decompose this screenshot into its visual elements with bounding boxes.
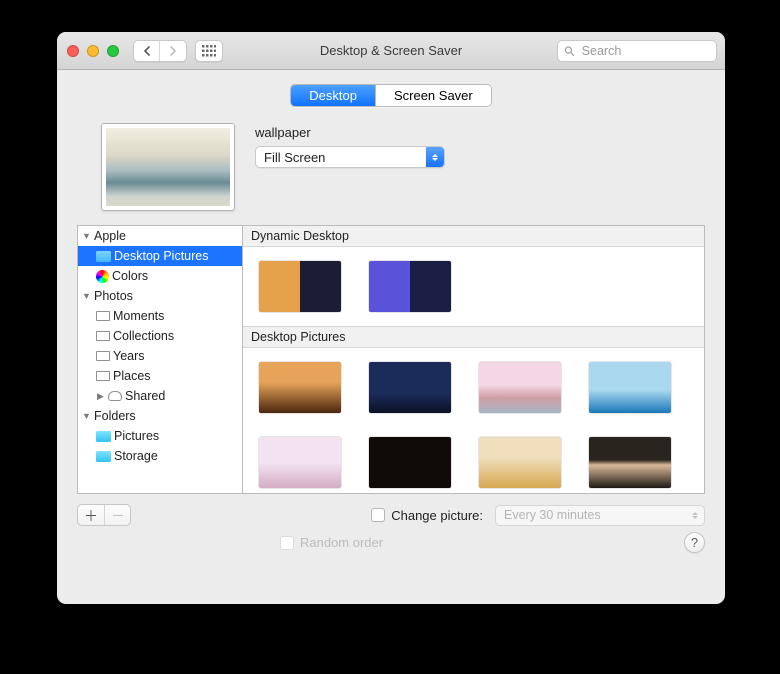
sidebar-group-folders[interactable]: ▼Folders	[78, 406, 242, 426]
fit-mode-select[interactable]: Fill Screen	[255, 146, 445, 168]
disclosure-triangle-icon: ▼	[82, 291, 91, 301]
random-order-checkbox	[280, 536, 294, 550]
album-icon	[96, 311, 110, 321]
wallpaper-thumbnail[interactable]	[479, 437, 561, 488]
sidebar-item-colors[interactable]: Colors	[78, 266, 242, 286]
wallpaper-thumbnail[interactable]	[369, 437, 451, 488]
chevron-left-icon	[143, 46, 151, 56]
remove-folder-button[interactable]: －	[104, 505, 130, 525]
disclosure-triangle-icon: ▼	[82, 231, 91, 241]
search-icon	[564, 45, 575, 57]
minimize-button[interactable]	[87, 45, 99, 57]
source-split: ▼Apple Desktop Pictures Colors ▼Photos M…	[77, 225, 705, 494]
tab-screen-saver[interactable]: Screen Saver	[375, 85, 491, 106]
change-picture-checkbox[interactable]	[371, 508, 385, 522]
change-picture-label: Change picture:	[391, 508, 483, 523]
close-button[interactable]	[67, 45, 79, 57]
wallpaper-grid[interactable]: Dynamic Desktop Desktop Pictures	[242, 225, 705, 494]
sidebar-item-desktop-pictures[interactable]: Desktop Pictures	[78, 246, 242, 266]
tab-segmented-control: Desktop Screen Saver	[290, 84, 491, 107]
cloud-icon	[108, 391, 122, 401]
sidebar-group-apple[interactable]: ▼Apple	[78, 226, 242, 246]
bottom-controls-2: Random order ?	[77, 532, 705, 553]
sidebar-item-years[interactable]: Years	[78, 346, 242, 366]
wallpaper-thumbnail[interactable]	[369, 261, 451, 312]
show-all-button[interactable]	[195, 40, 223, 62]
stepper-icon	[426, 147, 444, 167]
add-remove-folder: ＋ －	[77, 504, 131, 526]
wallpaper-preview-image	[106, 128, 230, 206]
folder-icon	[96, 431, 111, 442]
wallpaper-thumbnail[interactable]	[589, 362, 671, 413]
chevron-right-icon	[169, 46, 177, 56]
album-icon	[96, 371, 110, 381]
nav-back-forward	[133, 40, 187, 62]
bottom-controls: ＋ － Change picture: Every 30 minutes	[77, 504, 705, 526]
disclosure-triangle-icon: ▶	[96, 391, 105, 402]
titlebar: Desktop & Screen Saver	[57, 32, 725, 70]
wallpaper-thumbnail[interactable]	[479, 362, 561, 413]
current-wallpaper-row: wallpaper Fill Screen	[101, 123, 705, 211]
sidebar-item-shared[interactable]: ▶Shared	[78, 386, 242, 406]
preferences-window: Desktop & Screen Saver Desktop Screen Sa…	[57, 32, 725, 604]
wallpaper-thumbnail[interactable]	[369, 362, 451, 413]
tab-desktop[interactable]: Desktop	[291, 85, 375, 106]
sidebar-item-pictures-folder[interactable]: Pictures	[78, 426, 242, 446]
help-button[interactable]: ?	[684, 532, 705, 553]
search-input[interactable]	[580, 43, 710, 59]
wallpaper-name: wallpaper	[255, 125, 705, 140]
section-desktop-pictures: Desktop Pictures	[243, 326, 704, 348]
random-order-row: Random order	[280, 535, 383, 550]
add-folder-button[interactable]: ＋	[78, 505, 104, 525]
folder-icon	[96, 451, 111, 462]
back-button[interactable]	[134, 41, 160, 61]
wallpaper-thumbnail[interactable]	[259, 437, 341, 488]
grid-icon-button[interactable]	[196, 41, 222, 61]
wallpaper-thumbnail[interactable]	[259, 362, 341, 413]
wallpaper-preview	[101, 123, 235, 211]
fit-mode-value: Fill Screen	[264, 150, 325, 165]
zoom-button[interactable]	[107, 45, 119, 57]
wallpaper-thumbnail[interactable]	[259, 261, 341, 312]
forward-button[interactable]	[160, 41, 186, 61]
sidebar-item-storage-folder[interactable]: Storage	[78, 446, 242, 466]
change-interval-value: Every 30 minutes	[504, 508, 601, 522]
change-picture-row: Change picture:	[371, 508, 483, 523]
window-controls	[67, 45, 119, 57]
album-icon	[96, 351, 110, 361]
color-wheel-icon	[96, 270, 109, 283]
source-sidebar: ▼Apple Desktop Pictures Colors ▼Photos M…	[77, 225, 242, 494]
album-icon	[96, 331, 110, 341]
wallpaper-thumbnail[interactable]	[589, 437, 671, 488]
section-dynamic-desktop: Dynamic Desktop	[243, 226, 704, 247]
change-interval-select: Every 30 minutes	[495, 505, 705, 526]
sidebar-item-places[interactable]: Places	[78, 366, 242, 386]
sidebar-item-collections[interactable]: Collections	[78, 326, 242, 346]
search-field[interactable]	[557, 40, 717, 62]
sidebar-group-photos[interactable]: ▼Photos	[78, 286, 242, 306]
disclosure-triangle-icon: ▼	[82, 411, 91, 421]
pane-body: Desktop Screen Saver wallpaper Fill Scre…	[57, 70, 725, 604]
sidebar-item-moments[interactable]: Moments	[78, 306, 242, 326]
stepper-icon	[686, 512, 704, 519]
random-order-label: Random order	[300, 535, 383, 550]
folder-icon	[96, 251, 111, 262]
grid-icon	[202, 45, 216, 57]
